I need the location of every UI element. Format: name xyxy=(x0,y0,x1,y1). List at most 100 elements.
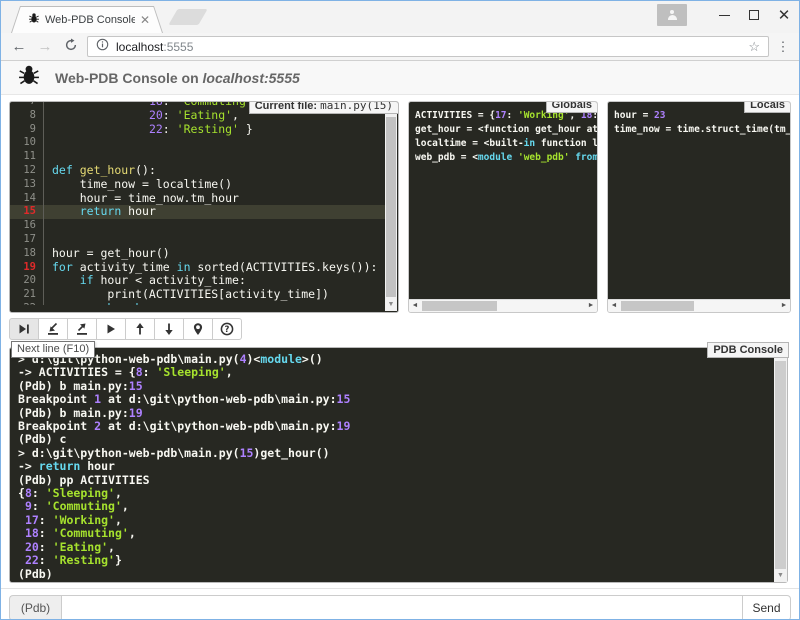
line-number-breakpoint[interactable]: 19 xyxy=(10,261,44,275)
new-tab-button[interactable] xyxy=(168,9,207,25)
tab-close-icon[interactable]: ✕ xyxy=(140,15,150,25)
command-input-bar: (Pdb) Send xyxy=(1,588,799,620)
where-button[interactable] xyxy=(183,318,213,340)
info-icon[interactable] xyxy=(96,38,109,56)
line-number[interactable]: 11 xyxy=(10,150,44,164)
code-text: if hour < activity_time: xyxy=(44,274,386,288)
globals-horizontal-scrollbar[interactable]: ◄ ► xyxy=(409,299,597,312)
console-output-line: (Pdb) pp ACTIVITIES xyxy=(18,474,779,487)
current-file-label: Current file: main.py(15) xyxy=(249,101,399,114)
scrollbar-thumb[interactable] xyxy=(775,361,786,569)
line-number[interactable]: 18 xyxy=(10,247,44,261)
code-text: 22: 'Resting' } xyxy=(44,123,386,137)
minimize-button[interactable] xyxy=(709,3,739,27)
code-text xyxy=(44,233,386,247)
code-line[interactable]: 20 if hour < activity_time: xyxy=(10,274,386,288)
scroll-right-icon[interactable]: ► xyxy=(585,300,597,312)
scroll-left-icon[interactable]: ◄ xyxy=(608,300,620,312)
browser-titlebar: Web-PDB Console on loc ✕ ✕ xyxy=(1,1,799,33)
code-line[interactable]: 16 xyxy=(10,219,386,233)
console-output-line: > d:\git\python-web-pdb\main.py(15)get_h… xyxy=(18,447,779,460)
code-text: break xyxy=(44,302,386,305)
bug-logo-icon xyxy=(17,63,41,92)
profile-icon[interactable] xyxy=(657,4,687,26)
globals-entry: localtime = <built-in function loc xyxy=(415,137,591,151)
line-number[interactable]: 20 xyxy=(10,274,44,288)
scrollbar-thumb[interactable] xyxy=(422,301,497,311)
code-text: return hour xyxy=(44,205,386,219)
line-number[interactable]: 7 xyxy=(10,101,44,109)
console-output-line: 17: 'Working', xyxy=(18,514,779,527)
console-output-line: -> return hour xyxy=(18,460,779,473)
reload-icon[interactable] xyxy=(61,38,81,56)
console-output-line: 9: 'Commuting', xyxy=(18,500,779,513)
close-button[interactable]: ✕ xyxy=(769,3,799,27)
down-button[interactable] xyxy=(154,318,184,340)
help-button[interactable]: ? xyxy=(212,318,242,340)
maximize-button[interactable] xyxy=(739,3,769,27)
line-number[interactable]: 8 xyxy=(10,109,44,123)
console-output-line: -> ACTIVITIES = {8: 'Sleeping', xyxy=(18,366,779,379)
code-line[interactable]: 12def get_hour(): xyxy=(10,164,386,178)
scroll-right-icon[interactable]: ► xyxy=(778,300,790,312)
address-bar[interactable]: localhost:5555 ☆ xyxy=(87,36,769,57)
browser-menu-icon[interactable]: ⋮ xyxy=(775,39,791,55)
line-number[interactable]: 22 xyxy=(10,302,44,305)
globals-panel[interactable]: Globals ACTIVITIES = {17: 'Working', 18:… xyxy=(408,101,598,313)
code-text: def get_hour(): xyxy=(44,164,386,178)
code-line[interactable]: 18hour = get_hour() xyxy=(10,247,386,261)
code-line[interactable]: 19for activity_time in sorted(ACTIVITIES… xyxy=(10,261,386,275)
console-vertical-scrollbar[interactable]: ▲ ▼ xyxy=(774,348,787,582)
code-line[interactable]: 10 xyxy=(10,136,386,150)
code-line[interactable]: 17 xyxy=(10,233,386,247)
step-out-button[interactable] xyxy=(67,318,97,340)
console-output-line: {8: 'Sleeping', xyxy=(18,487,779,500)
pdb-console-label: PDB Console xyxy=(707,342,789,358)
scroll-left-icon[interactable]: ◄ xyxy=(409,300,421,312)
line-number[interactable]: 16 xyxy=(10,219,44,233)
locals-horizontal-scrollbar[interactable]: ◄ ► xyxy=(608,299,790,312)
code-line[interactable]: 21 print(ACTIVITIES[activity_time]) xyxy=(10,288,386,302)
continue-button[interactable] xyxy=(96,318,126,340)
step-into-button[interactable] xyxy=(38,318,68,340)
scroll-down-icon[interactable]: ▼ xyxy=(385,299,397,311)
pdb-console-panel[interactable]: PDB Console > d:\git\python-web-pdb\main… xyxy=(9,347,788,583)
source-code-panel[interactable]: Current file: main.py(15) 7 18: 'Commuti… xyxy=(9,101,399,313)
line-number[interactable]: 14 xyxy=(10,192,44,206)
pdb-command-input[interactable] xyxy=(61,595,743,620)
browser-tab[interactable]: Web-PDB Console on loc ✕ xyxy=(11,6,163,33)
line-number[interactable]: 21 xyxy=(10,288,44,302)
next-line-button[interactable] xyxy=(9,318,39,340)
favicon-bug-icon xyxy=(28,11,40,29)
browser-window: Web-PDB Console on loc ✕ ✕ ← → localhost… xyxy=(0,0,800,620)
line-number-breakpoint[interactable]: 15 xyxy=(10,205,44,219)
code-line[interactable]: 13 time_now = localtime() xyxy=(10,178,386,192)
line-number[interactable]: 17 xyxy=(10,233,44,247)
code-text: time_now = localtime() xyxy=(44,178,386,192)
code-line[interactable]: 22 break xyxy=(10,302,386,305)
console-output-line: (Pdb) b main.py:15 xyxy=(18,380,779,393)
code-line[interactable]: 9 22: 'Resting' } xyxy=(10,123,386,137)
send-button[interactable]: Send xyxy=(743,595,791,620)
bookmark-star-icon[interactable]: ☆ xyxy=(748,39,760,55)
code-line-current[interactable]: 15 return hour xyxy=(10,205,386,219)
code-vertical-scrollbar[interactable]: ▲ ▼ xyxy=(385,103,397,311)
up-button[interactable] xyxy=(125,318,155,340)
pdb-prompt-addon: (Pdb) xyxy=(9,595,61,620)
scroll-down-icon[interactable]: ▼ xyxy=(774,570,787,582)
page-title: Web-PDB Console on localhost:5555 xyxy=(55,70,300,86)
forward-icon[interactable]: → xyxy=(35,38,55,55)
line-number[interactable]: 10 xyxy=(10,136,44,150)
browser-navbar: ← → localhost:5555 ☆ ⋮ xyxy=(1,33,799,61)
code-text xyxy=(44,219,386,233)
back-icon[interactable]: ← xyxy=(9,38,29,55)
line-number[interactable]: 12 xyxy=(10,164,44,178)
code-line[interactable]: 11 xyxy=(10,150,386,164)
line-number[interactable]: 9 xyxy=(10,123,44,137)
scrollbar-thumb[interactable] xyxy=(621,301,694,311)
console-output-line: Breakpoint 1 at d:\git\python-web-pdb\ma… xyxy=(18,393,779,406)
line-number[interactable]: 13 xyxy=(10,178,44,192)
code-line[interactable]: 14 hour = time_now.tm_hour xyxy=(10,192,386,206)
scrollbar-thumb[interactable] xyxy=(386,117,396,297)
locals-panel[interactable]: Locals hour = 23time_now = time.struct_t… xyxy=(607,101,791,313)
